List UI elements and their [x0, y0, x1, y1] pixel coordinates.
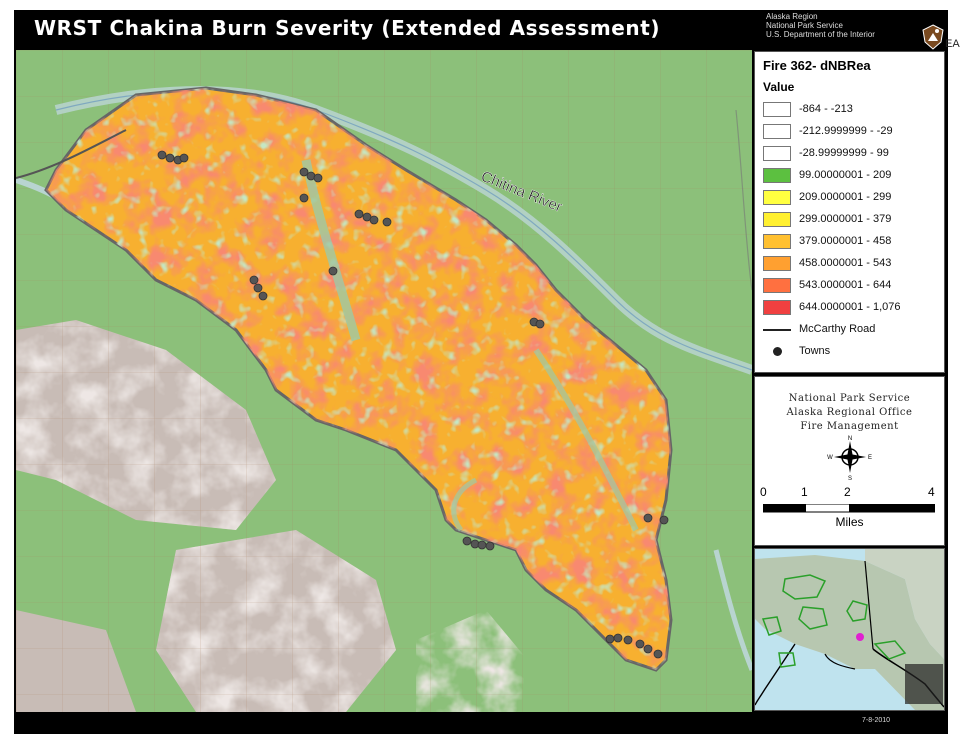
compass-w: W [827, 455, 833, 461]
compass-s: S [848, 476, 852, 481]
legend-class-row: -28.99999999 - 99 [763, 146, 943, 162]
legend-class-label: -212.9999999 - -29 [799, 125, 893, 137]
legend-towns-row: Towns [763, 344, 943, 360]
alaska-inset-map [754, 548, 945, 711]
edge-text: EA [945, 38, 960, 50]
legend-title: Fire 362- dNBRea [763, 58, 871, 73]
legend-class-label: 299.0000001 - 379 [799, 213, 892, 225]
compass-n: N [848, 436, 852, 442]
legend-panel: Fire 362- dNBRea Value -864 - -213 -212.… [754, 51, 945, 373]
legend-class-row: -212.9999999 - -29 [763, 124, 943, 140]
scale-bar [763, 504, 935, 513]
legend-swatch [763, 256, 791, 271]
credit-line-2: Alaska Regional Office [786, 407, 913, 418]
legend-swatch [763, 212, 791, 227]
credit-line-3: Fire Management [800, 421, 899, 432]
legend-class-row: -864 - -213 [763, 102, 943, 118]
legend-class-row: 209.0000001 - 299 [763, 190, 943, 206]
map-date: 7-8-2010 [862, 717, 891, 724]
legend-swatch [763, 278, 791, 293]
nps-arrowhead-icon [922, 24, 944, 50]
bottom-bar [14, 712, 948, 734]
legend-class-row: 644.0000001 - 1,076 [763, 300, 943, 316]
legend-swatch [763, 146, 791, 161]
legend-class-label: 209.0000001 - 299 [799, 191, 892, 203]
legend-class-row: 299.0000001 - 379 [763, 212, 943, 228]
legend-class-label: -864 - -213 [799, 103, 853, 115]
legend-class-label: 458.0000001 - 543 [799, 257, 892, 269]
agency-region: Alaska Region [766, 12, 818, 21]
legend-towns-label: Towns [799, 345, 831, 357]
town-dot-icon [773, 347, 782, 356]
legend-class-label: -28.99999999 - 99 [799, 147, 889, 159]
legend-swatch [763, 124, 791, 139]
scale-tick-2: 2 [844, 485, 851, 499]
burn-severity-map[interactable]: Chitina River [16, 50, 752, 712]
legend-swatch [763, 190, 791, 205]
legend-class-label: 379.0000001 - 458 [799, 235, 892, 247]
legend-class-label: 543.0000001 - 644 [799, 279, 892, 291]
map-title: WRST Chakina Burn Severity (Extended Ass… [34, 16, 661, 40]
legend-swatch [763, 300, 791, 315]
legend-class-row: 99.00000001 - 209 [763, 168, 943, 184]
legend-swatch [763, 168, 791, 183]
legend-class-row: 543.0000001 - 644 [763, 278, 943, 294]
compass-e: E [868, 455, 872, 461]
north-arrow-icon: N S E W [827, 436, 872, 481]
legend-class-row: 379.0000001 - 458 [763, 234, 943, 250]
credit-panel: National Park Service Alaska Regional Of… [754, 376, 945, 546]
agency-department: U.S. Department of the Interior [766, 30, 875, 39]
legend-class-row: 458.0000001 - 543 [763, 256, 943, 272]
legend-road-row: McCarthy Road [763, 322, 943, 338]
road-line-icon [763, 329, 791, 331]
legend-swatch [763, 102, 791, 117]
agency-service: National Park Service [766, 21, 843, 30]
legend-subtitle: Value [763, 80, 795, 94]
legend-class-label: 99.00000001 - 209 [799, 169, 892, 181]
scale-tick-1: 1 [801, 485, 808, 499]
title-bar: WRST Chakina Burn Severity (Extended Ass… [14, 10, 948, 50]
credit-line-1: National Park Service [788, 393, 911, 404]
legend-swatch [763, 234, 791, 249]
scale-tick-0: 0 [760, 485, 767, 499]
scale-unit: Miles [835, 515, 864, 529]
agency-block: Alaska Region National Park Service U.S.… [766, 12, 926, 39]
legend-road-label: McCarthy Road [799, 323, 876, 335]
legend-class-label: 644.0000001 - 1,076 [799, 301, 901, 313]
scale-tick-4: 4 [928, 485, 935, 499]
